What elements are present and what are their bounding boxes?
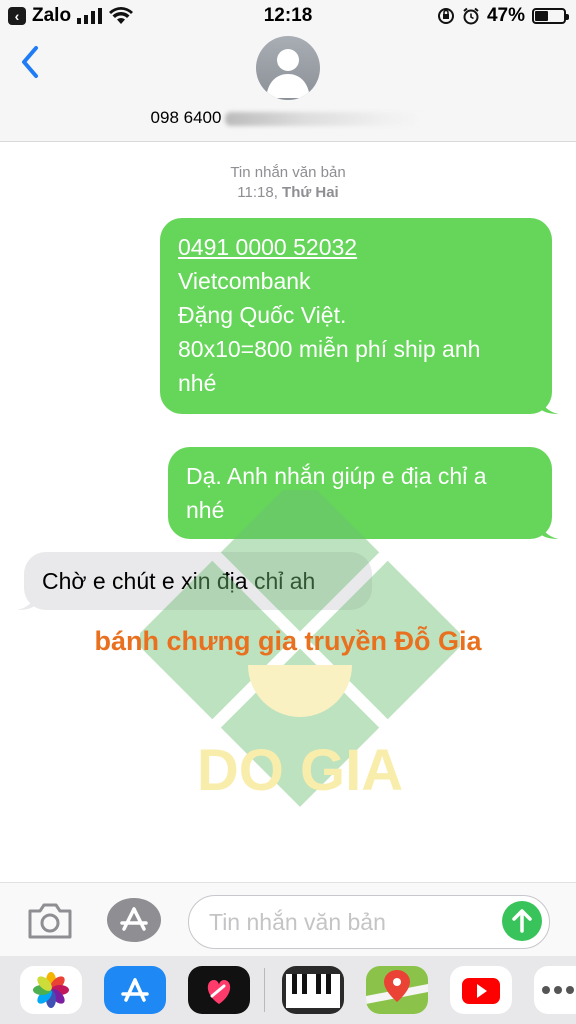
more-icon[interactable] — [534, 966, 576, 1014]
imessage-app-drawer — [0, 956, 576, 1024]
message-type-label: Tin nhắn văn bản — [230, 164, 346, 181]
conversation-header: 098 6400 — [0, 32, 576, 142]
camera-icon[interactable] — [26, 901, 74, 941]
message-bubble-received[interactable]: Chờ e chút e xin địa chỉ ah — [17, 552, 372, 610]
message-timestamp: 11:18, Thứ Hai — [0, 184, 576, 201]
redacted-digits — [225, 111, 426, 126]
message-line: Vietcombank — [178, 268, 311, 294]
compose-bar: Tin nhắn văn bản — [0, 882, 576, 956]
person-silhouette-icon — [266, 49, 310, 98]
message-bubble-sent[interactable]: 0491 0000 52032 Vietcombank Đặng Quốc Vi… — [160, 218, 559, 414]
contact-number-text: 098 6400 — [150, 108, 222, 127]
app-store-app-icon[interactable] — [104, 966, 166, 1014]
message-line: nhé — [186, 497, 225, 523]
battery-percent: 47% — [486, 5, 525, 26]
maps-icon[interactable] — [366, 966, 428, 1014]
bubble-tail — [539, 519, 559, 539]
timestamp-time: 11:18, — [237, 184, 278, 201]
alarm-icon — [463, 7, 479, 25]
contact-avatar[interactable] — [256, 36, 320, 100]
battery-fill — [535, 11, 549, 21]
status-right: 47% — [437, 5, 569, 27]
arrow-up-icon — [512, 909, 532, 933]
back-chevron-icon[interactable] — [16, 42, 46, 82]
message-line: nhé — [178, 370, 217, 396]
status-bar: ‹ Zalo 12:18 47% — [0, 0, 576, 32]
message-bubble-sent[interactable]: Dạ. Anh nhắn giúp e địa chỉ a nhé — [168, 447, 559, 539]
app-store-icon[interactable] — [106, 897, 162, 943]
bubble-tail — [539, 394, 559, 414]
send-button[interactable] — [502, 901, 542, 941]
message-line: Đặng Quốc Việt. — [178, 302, 347, 328]
youtube-icon[interactable] — [450, 966, 512, 1014]
battery-icon — [532, 8, 569, 24]
watermark-logo-text: DO GIA — [197, 738, 403, 803]
timestamp-day: Thứ Hai — [282, 184, 339, 201]
orientation-lock-icon — [437, 8, 454, 24]
message-input[interactable]: Tin nhắn văn bản — [188, 895, 550, 949]
watermark-tagline: bánh chưng gia truyền Đỗ Gia — [94, 626, 482, 656]
contact-number[interactable]: 098 6400 — [0, 108, 576, 128]
bank-account-link[interactable]: 0491 0000 52032 — [178, 230, 534, 264]
bubble-tail — [17, 590, 37, 610]
message-line: Chờ e chút e xin địa chỉ ah — [42, 568, 316, 594]
message-line: 80x10=800 miễn phí ship anh — [178, 336, 481, 362]
message-line: Dạ. Anh nhắn giúp e địa chỉ a — [186, 463, 487, 489]
photos-icon[interactable] — [20, 966, 82, 1014]
drawer-divider — [264, 968, 265, 1012]
digital-touch-icon[interactable] — [188, 966, 250, 1014]
piano-app-icon[interactable] — [282, 966, 344, 1014]
